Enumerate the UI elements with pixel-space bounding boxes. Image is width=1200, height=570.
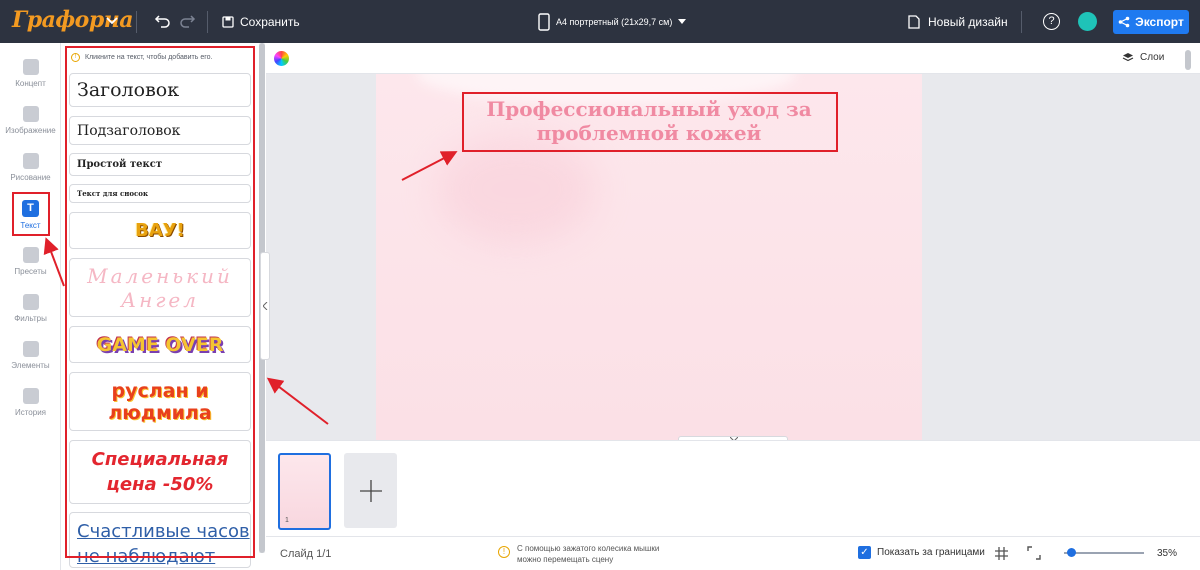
sidebar-item-label: История — [14, 408, 47, 417]
format-label: A4 портретный (21x29,7 см) — [556, 17, 673, 27]
export-label: Экспорт — [1135, 15, 1184, 29]
grid-icon[interactable] — [995, 547, 1008, 560]
image-icon — [22, 106, 39, 122]
tip-line: можно перемещать сцену — [517, 555, 614, 564]
sidebar-item-presets[interactable]: Пресеты — [0, 244, 61, 288]
sidebar-item-elements[interactable]: Элементы — [0, 338, 61, 382]
sidebar-item-image[interactable]: Изображение — [0, 103, 61, 147]
app-window: Графорна Сохранить A4 портретный (21x29,… — [0, 0, 1200, 570]
fullscreen-icon[interactable] — [1027, 546, 1041, 560]
new-document-icon — [908, 15, 920, 29]
layers-icon — [1122, 53, 1134, 62]
plus-icon — [359, 479, 382, 502]
sidebar-item-label: Изображение — [5, 126, 56, 135]
zoom-slider[interactable] — [1064, 552, 1144, 554]
export-button[interactable]: Экспорт — [1113, 10, 1189, 34]
add-slide-button[interactable] — [344, 453, 397, 528]
redo-icon[interactable] — [178, 12, 196, 30]
new-design-button[interactable]: Новый дизайн — [908, 12, 1008, 32]
sidebar-item-label: Пресеты — [14, 267, 47, 276]
chevron-left-icon — [262, 302, 267, 310]
annotation-box — [65, 46, 255, 558]
annotation-box — [462, 92, 838, 152]
top-bar: Графорна Сохранить A4 портретный (21x29,… — [0, 0, 1200, 43]
workspace-toolbar — [266, 43, 1200, 74]
undo-icon[interactable] — [154, 12, 172, 30]
checkbox-checked-icon[interactable]: ✓ — [858, 546, 871, 559]
sidebar-item-label: Элементы — [11, 361, 50, 370]
layers-label: Слои — [1140, 52, 1165, 63]
new-design-label: Новый дизайн — [928, 15, 1008, 29]
elements-icon — [22, 341, 39, 357]
sidebar-item-label: Фильтры — [14, 314, 47, 323]
show-bounds-toggle[interactable]: ✓ Показать за границами — [858, 546, 985, 559]
show-bounds-label: Показать за границами — [877, 547, 985, 558]
save-label: Сохранить — [240, 15, 300, 29]
share-icon — [1118, 16, 1130, 28]
history-icon — [22, 388, 39, 404]
tip-line: С помощью зажатого колесика мышки — [517, 544, 660, 553]
tools-sidebar: Концепт Изображение Рисование T Текст Пр… — [0, 43, 61, 570]
page-icon — [538, 13, 550, 31]
status-bar — [266, 536, 1200, 570]
divider — [207, 11, 208, 33]
slide-counter: Слайд 1/1 — [280, 548, 332, 560]
sidebar-item-filters[interactable]: Фильтры — [0, 291, 61, 335]
chevron-down-icon[interactable] — [104, 12, 120, 28]
floppy-icon — [222, 16, 234, 28]
format-selector[interactable]: A4 портретный (21x29,7 см) — [538, 11, 687, 33]
scrollbar-thumb[interactable] — [1185, 50, 1191, 70]
color-wheel-icon[interactable] — [274, 51, 289, 66]
layers-button[interactable]: Слои — [1122, 52, 1164, 63]
info-icon: ! — [498, 546, 510, 558]
annotation-box — [12, 192, 50, 236]
slides-strip — [266, 440, 1200, 536]
divider — [1021, 11, 1022, 33]
layout-icon — [22, 59, 39, 75]
status-tip: ! С помощью зажатого колесика мышки можн… — [498, 543, 659, 565]
avatar[interactable] — [1078, 12, 1097, 31]
draw-icon — [22, 153, 39, 169]
sidebar-item-label: Рисование — [10, 173, 51, 182]
slide-number: 1 — [285, 517, 289, 524]
slide-thumbnail[interactable]: 1 — [278, 453, 331, 530]
zoom-slider-handle[interactable] — [1067, 548, 1076, 557]
collapse-panel-button[interactable] — [260, 252, 270, 360]
caret-down-icon — [678, 19, 687, 24]
sidebar-item-concept[interactable]: Концепт — [0, 56, 61, 100]
workspace-scrollbar[interactable] — [1184, 50, 1192, 436]
presets-icon — [22, 247, 39, 263]
filters-icon — [22, 294, 39, 310]
help-icon[interactable]: ? — [1043, 13, 1060, 30]
zoom-value: 35% — [1157, 548, 1178, 559]
sidebar-item-draw[interactable]: Рисование — [0, 150, 61, 194]
sidebar-item-label: Концепт — [15, 79, 46, 88]
divider — [136, 11, 137, 33]
save-button[interactable]: Сохранить — [222, 12, 300, 32]
sidebar-item-history[interactable]: История — [0, 385, 61, 429]
